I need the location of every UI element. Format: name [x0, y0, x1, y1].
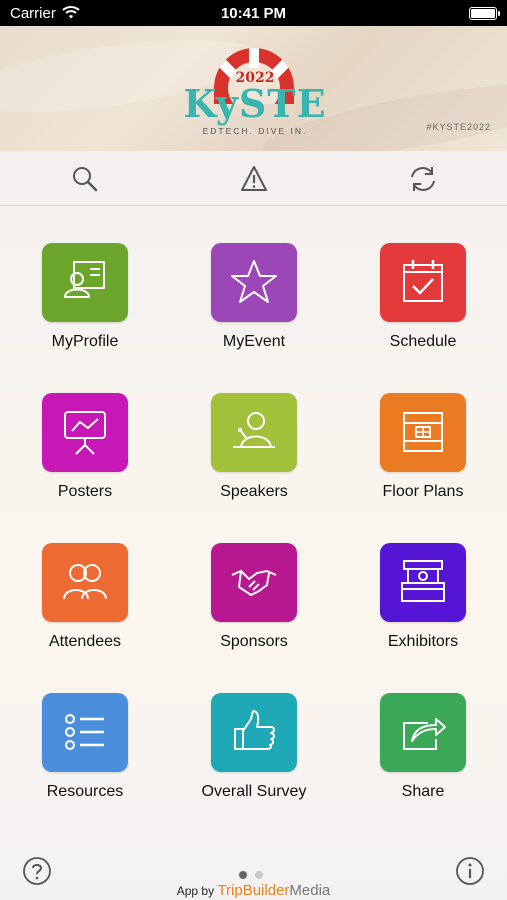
tile-icon-box [380, 243, 466, 322]
tile-label: Share [401, 783, 445, 800]
tile-myevent[interactable]: MyEvent [169, 206, 339, 356]
tile-label: Overall Survey [201, 783, 307, 800]
footer: App by TripBuilderMedia [0, 826, 507, 900]
search-icon [73, 167, 98, 192]
tile-label: MyProfile [51, 333, 119, 350]
calendar-check-icon [403, 260, 443, 302]
tile-icon-box [42, 693, 128, 772]
event-tagline: EDTECH. DIVE IN. [202, 126, 308, 136]
tile-overall-survey[interactable]: Overall Survey [169, 656, 339, 806]
credit-brand-part1: TripBuilder [217, 882, 290, 899]
page-dot-2[interactable] [255, 871, 263, 879]
share-icon [403, 718, 446, 750]
search-button[interactable] [70, 164, 100, 194]
tile-icon-box [380, 543, 466, 622]
event-hashtag: #KYSTE2022 [426, 122, 491, 132]
tile-icon-box [211, 243, 297, 322]
tile-label: Exhibitors [387, 633, 459, 650]
tile-label: Floor Plans [382, 483, 464, 500]
list-icon [65, 714, 104, 750]
tile-label: Schedule [389, 333, 457, 350]
tile-label: Speakers [220, 483, 288, 500]
tile-icon-box [42, 393, 128, 472]
presentation-board-icon [64, 411, 106, 455]
tile-icon-box [42, 543, 128, 622]
tile-label: Resources [46, 783, 124, 800]
tile-icon-box [211, 393, 297, 472]
tile-floor-plans[interactable]: Floor Plans [338, 356, 507, 506]
tile-share[interactable]: Share [338, 656, 507, 806]
tile-icon-box [42, 243, 128, 322]
tile-exhibitors[interactable]: Exhibitors [338, 506, 507, 656]
tile-resources[interactable]: Resources [0, 656, 170, 806]
battery-icon [469, 7, 500, 20]
tile-label: Sponsors [220, 633, 288, 650]
sync-icon [411, 167, 435, 191]
floor-plan-icon [403, 412, 443, 452]
tile-label: Attendees [48, 633, 122, 650]
tile-speakers[interactable]: Speakers [169, 356, 339, 506]
refresh-button[interactable] [408, 164, 438, 194]
tile-schedule[interactable]: Schedule [338, 206, 507, 356]
app-credit[interactable]: App by TripBuilderMedia [0, 882, 507, 899]
star-icon [231, 260, 277, 303]
people-icon [63, 564, 107, 600]
tile-icon-box [211, 693, 297, 772]
tile-icon-box [380, 393, 466, 472]
booth-icon [401, 560, 445, 602]
status-time: 10:41 PM [220, 5, 287, 22]
tile-icon-box [211, 543, 297, 622]
handshake-icon [231, 569, 277, 597]
tile-label: MyEvent [222, 333, 286, 350]
credit-brand-part2: Media [289, 882, 331, 899]
toolbar [0, 151, 507, 206]
warning-icon [241, 166, 267, 191]
event-logo: 2022 KySTE EDTECH. DIVE IN. [180, 48, 330, 143]
tile-attendees[interactable]: Attendees [0, 506, 170, 656]
feature-grid: MyProfile MyEvent Schedule Posters Speak… [0, 206, 507, 826]
page-dot-1[interactable] [239, 871, 247, 879]
status-bar: Carrier 10:41 PM [0, 0, 507, 26]
event-wordmark: KySTE [183, 81, 327, 126]
speaker-podium-icon [233, 412, 275, 448]
tile-icon-box [380, 693, 466, 772]
tile-myprofile[interactable]: MyProfile [0, 206, 170, 356]
alerts-button[interactable] [239, 164, 269, 194]
credit-prefix: App by [176, 884, 215, 898]
thumbs-up-icon [234, 710, 275, 750]
tile-posters[interactable]: Posters [0, 356, 170, 506]
event-banner: 2022 KySTE EDTECH. DIVE IN. #KYSTE2022 [0, 26, 507, 151]
profile-card-icon [63, 261, 105, 298]
tile-label: Posters [57, 483, 113, 500]
tile-sponsors[interactable]: Sponsors [169, 506, 339, 656]
